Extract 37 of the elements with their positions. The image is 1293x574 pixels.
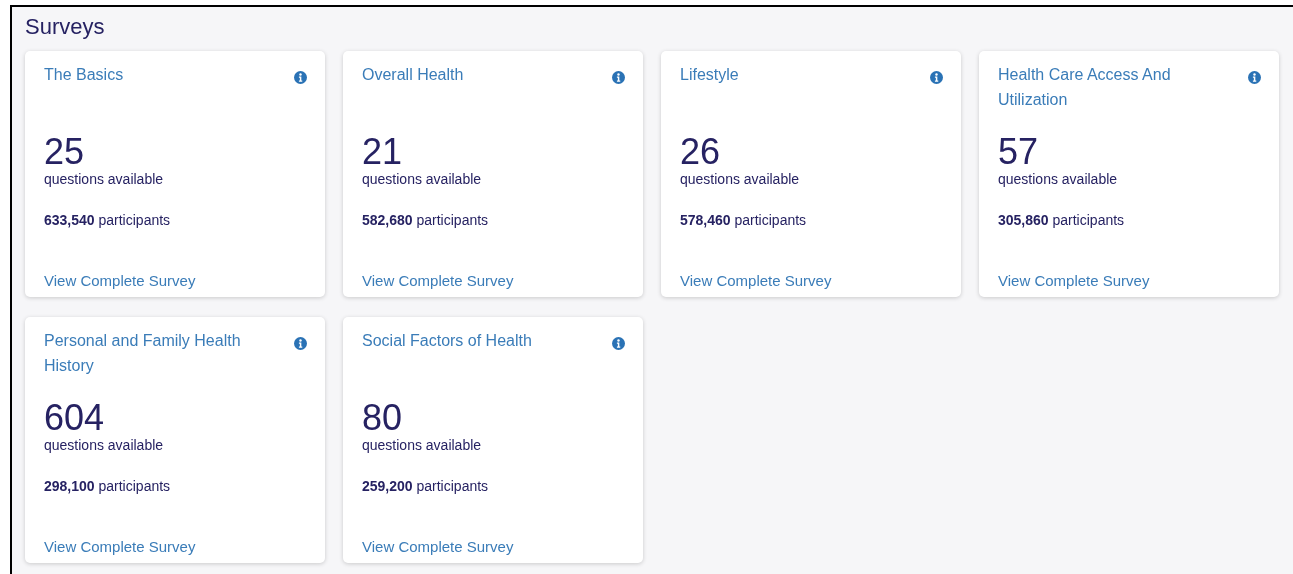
question-count: 25 — [44, 134, 86, 170]
participants-count: 298,100 participants — [44, 477, 172, 495]
info-icon[interactable] — [294, 337, 307, 350]
survey-title: Lifestyle — [680, 65, 740, 85]
questions-label: questions available — [998, 170, 1119, 188]
questions-label: questions available — [362, 170, 483, 188]
survey-title: The Basics — [44, 65, 125, 85]
view-survey-link[interactable]: View Complete Survey — [362, 537, 514, 557]
view-survey-link[interactable]: View Complete Survey — [44, 537, 196, 557]
questions-label: questions available — [362, 436, 483, 454]
survey-title: Personal and Family Health History — [44, 331, 242, 376]
view-survey-link[interactable]: View Complete Survey — [680, 271, 832, 291]
survey-title: Health Care Access And Utilization — [998, 65, 1172, 110]
survey-title: Social Factors of Health — [362, 331, 533, 351]
questions-label: questions available — [680, 170, 801, 188]
question-count: 21 — [362, 134, 404, 170]
participants-count: 259,200 participants — [362, 477, 490, 495]
participants-count: 582,680 participants — [362, 211, 490, 229]
survey-title: Overall Health — [362, 65, 465, 85]
question-count: 26 — [680, 134, 722, 170]
view-survey-link[interactable]: View Complete Survey — [362, 271, 514, 291]
info-icon[interactable] — [612, 337, 625, 350]
view-survey-link[interactable]: View Complete Survey — [44, 271, 196, 291]
questions-label: questions available — [44, 436, 165, 454]
view-survey-link[interactable]: View Complete Survey — [998, 271, 1150, 291]
question-count: 57 — [998, 134, 1040, 170]
questions-label: questions available — [44, 170, 165, 188]
info-icon[interactable] — [612, 71, 625, 84]
info-icon[interactable] — [930, 71, 943, 84]
participants-count: 578,460 participants — [680, 211, 808, 229]
participants-count: 305,860 participants — [998, 211, 1126, 229]
question-count: 604 — [44, 400, 106, 436]
page-heading: Surveys — [25, 13, 106, 41]
participants-count: 633,540 participants — [44, 211, 172, 229]
info-icon[interactable] — [294, 71, 307, 84]
info-icon[interactable] — [1248, 71, 1261, 84]
question-count: 80 — [362, 400, 404, 436]
